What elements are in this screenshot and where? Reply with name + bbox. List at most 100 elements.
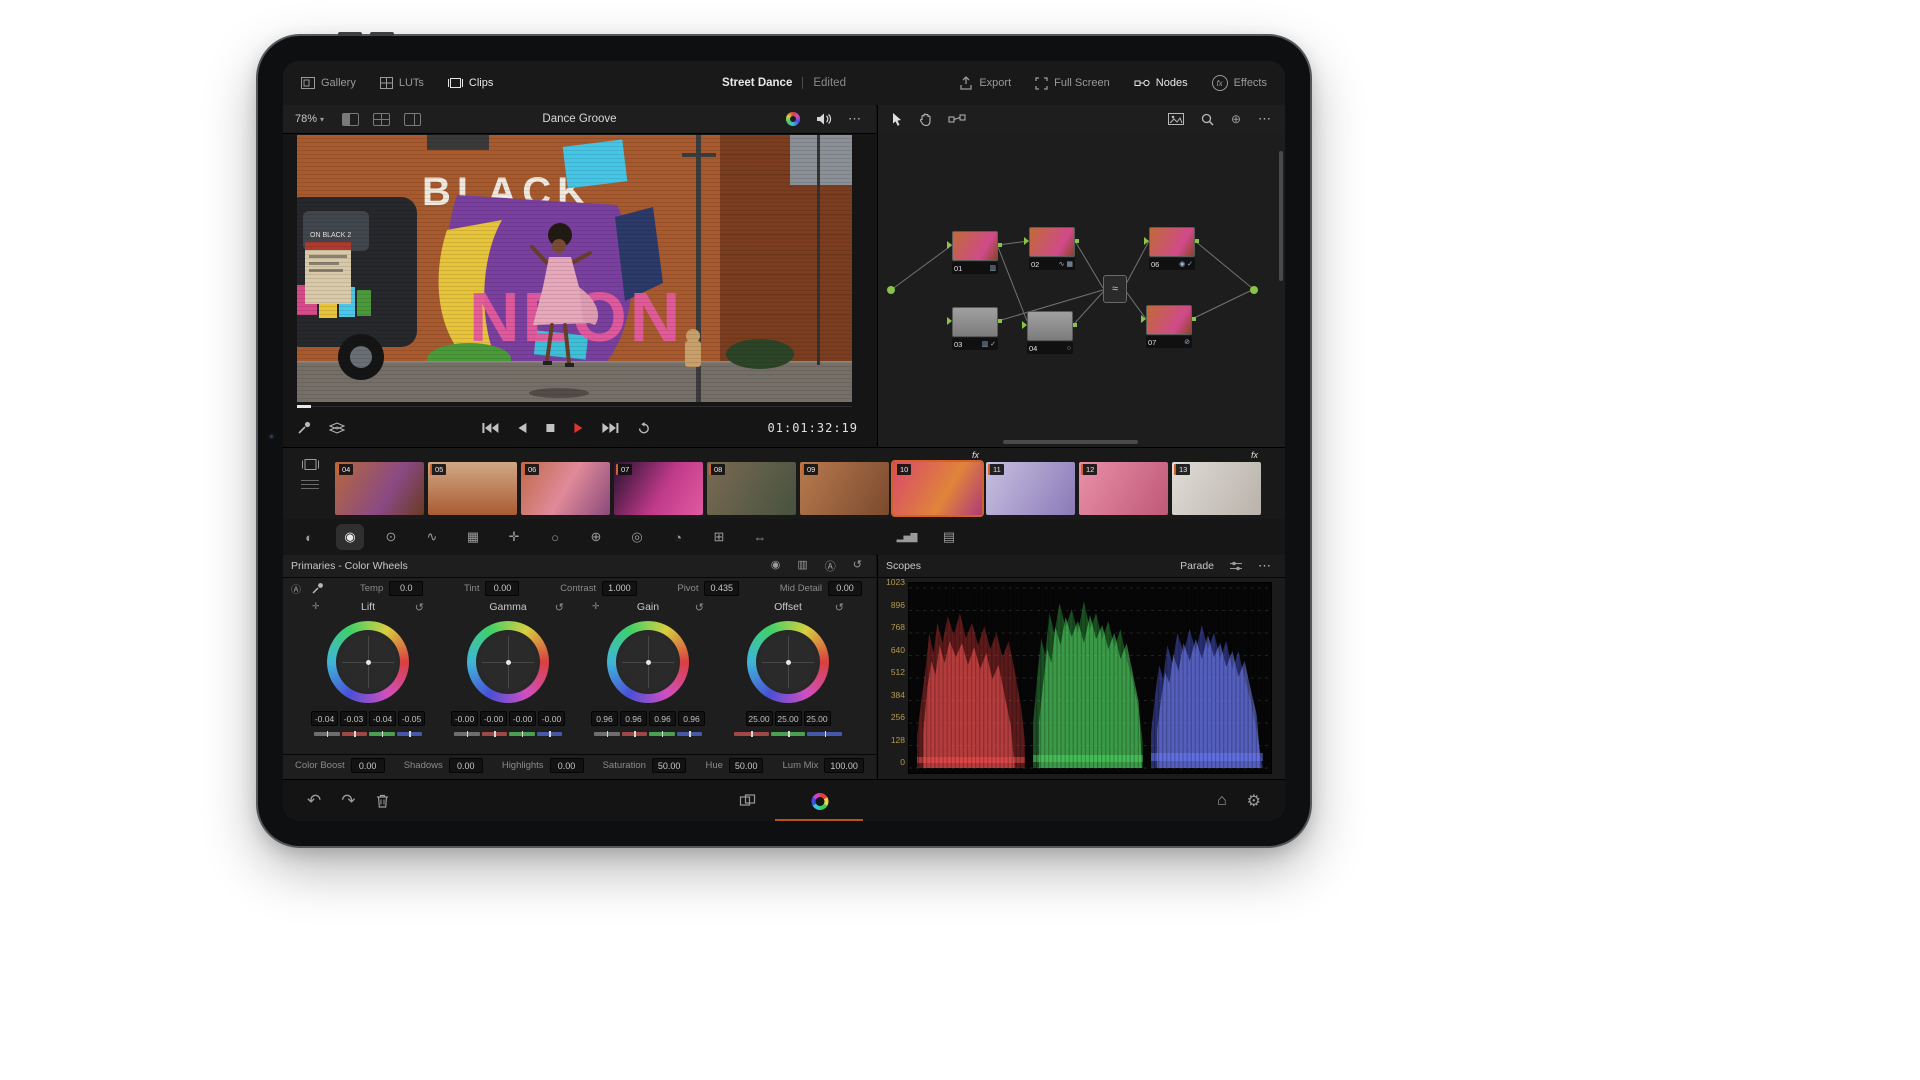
clip-thumbnail[interactable]: 12	[1079, 462, 1168, 515]
param-value[interactable]: 0.00	[550, 758, 584, 773]
viewer-more-icon[interactable]: ⋯	[848, 111, 862, 127]
clip-thumbnail[interactable]: 05	[428, 462, 517, 515]
tool-magic-mask[interactable]: ◎	[623, 524, 651, 550]
zoom-search-icon[interactable]	[1201, 113, 1214, 126]
picker-icon[interactable]	[311, 582, 324, 595]
stills-icon[interactable]	[1168, 113, 1184, 125]
param-value[interactable]: 50.00	[729, 758, 764, 773]
lift-value-r[interactable]: -0.03	[340, 711, 367, 726]
lift-rgb-sliders[interactable]	[314, 732, 422, 736]
offset-color-wheel[interactable]	[747, 621, 829, 703]
param-value[interactable]: 0.00	[828, 581, 862, 596]
gamma-value-b[interactable]: -0.00	[538, 711, 565, 726]
clip-thumbnail[interactable]: 06	[521, 462, 610, 515]
param-temp[interactable]: Temp0.0	[360, 581, 423, 596]
settings-gear-button[interactable]: ⚙	[1247, 791, 1261, 811]
offset-value-b[interactable]: 25.00	[804, 711, 831, 726]
clip-thumbnail[interactable]: 10	[893, 462, 982, 515]
lift-value-g[interactable]: -0.04	[369, 711, 396, 726]
gain-value-b[interactable]: 0.96	[678, 711, 705, 726]
clip-slot-12[interactable]: 12	[1079, 452, 1168, 518]
offset-value-g[interactable]: 25.00	[775, 711, 802, 726]
tool-scopes[interactable]: ▂▅▇	[893, 524, 921, 550]
cursor-icon[interactable]	[891, 112, 903, 126]
clip-slot-05[interactable]: 05	[428, 452, 517, 518]
redo-button[interactable]: ↷	[341, 791, 355, 811]
gamma-value-y[interactable]: -0.00	[451, 711, 478, 726]
node-06[interactable]: 06◉ ✓	[1149, 227, 1195, 270]
clip-thumbnail[interactable]: 07	[614, 462, 703, 515]
tool-sizing[interactable]: ⇔	[746, 524, 774, 550]
viewer-video[interactable]: BLACK NEON	[297, 135, 852, 402]
gamma-reset-icon[interactable]: ↺	[555, 601, 564, 614]
node-mixer[interactable]: ≈	[1103, 275, 1127, 303]
node-horizontal-scrollbar[interactable]	[1003, 440, 1138, 444]
clip-thumbnail[interactable]: 09	[800, 462, 889, 515]
add-node-icon[interactable]	[948, 113, 966, 125]
gamma-value-g[interactable]: -0.00	[509, 711, 536, 726]
tool-blur[interactable]: ◔	[664, 524, 692, 550]
tool-log-wheels[interactable]: ⊙	[377, 524, 405, 550]
scope-settings-icon[interactable]	[1229, 560, 1243, 572]
single-view-icon[interactable]	[342, 113, 359, 126]
full-screen-button[interactable]: Full Screen	[1035, 77, 1110, 90]
effects-button[interactable]: fx Effects	[1212, 75, 1267, 91]
panel-bypass-icon[interactable]: ◉	[771, 558, 781, 574]
offset-reset-icon[interactable]: ↺	[835, 601, 844, 614]
skip-start-button[interactable]	[481, 422, 499, 434]
clip-slot-09[interactable]: 09	[800, 452, 889, 518]
gain-rgb-sliders[interactable]	[594, 732, 702, 736]
clip-slot-10-selected[interactable]: fx 10	[893, 452, 982, 518]
luts-button[interactable]: LUTs	[380, 77, 424, 89]
zoom-level-dropdown[interactable]: 78% ▾	[283, 113, 324, 125]
param-value[interactable]: 0.00	[485, 581, 519, 596]
clip-slot-07[interactable]: 07	[614, 452, 703, 518]
clip-slot-08[interactable]: 08	[707, 452, 796, 518]
node-04[interactable]: 04○	[1027, 311, 1073, 354]
node-input-dot[interactable]	[887, 286, 895, 294]
lift-reset-icon[interactable]: ↺	[415, 601, 424, 614]
tool-tracker[interactable]: ⊕	[582, 524, 610, 550]
param-hue[interactable]: Hue50.00	[705, 758, 763, 773]
param-value[interactable]: 1.000	[602, 581, 637, 596]
tool-info[interactable]: ▤	[935, 524, 963, 550]
stop-button[interactable]	[545, 423, 555, 433]
scope-more-icon[interactable]: ⋯	[1258, 558, 1272, 574]
param-value[interactable]: 50.00	[652, 758, 687, 773]
offset-value-r[interactable]: 25.00	[746, 711, 773, 726]
clip-slot-13[interactable]: fx 13	[1172, 452, 1261, 518]
node-more-icon[interactable]: ⋯	[1258, 111, 1272, 127]
panel-auto-icon[interactable]: Ⓐ	[825, 558, 836, 574]
tool-power-window[interactable]: ○	[541, 524, 569, 550]
panel-split-icon[interactable]: ▥	[797, 558, 807, 574]
skip-end-button[interactable]	[601, 422, 619, 434]
node-03[interactable]: 03▥ ✓	[952, 307, 998, 350]
gallery-button[interactable]: Gallery	[301, 77, 356, 89]
layers-icon[interactable]	[329, 422, 345, 434]
trash-button[interactable]	[376, 794, 389, 808]
param-value[interactable]: 0.0	[389, 581, 423, 596]
param-saturation[interactable]: Saturation50.00	[603, 758, 687, 773]
param-pivot[interactable]: Pivot0.435	[677, 581, 739, 596]
param-mid-detail[interactable]: Mid Detail0.00	[780, 581, 862, 596]
split-view-icon[interactable]	[404, 113, 421, 126]
loop-button[interactable]	[636, 422, 651, 435]
hand-icon[interactable]	[919, 112, 932, 126]
node-canvas[interactable]: 01▥ 02∿ ▦ 03▥ ✓ 04○	[878, 133, 1285, 447]
play-reverse-button[interactable]	[516, 422, 528, 434]
target-icon[interactable]: ⊕	[1231, 112, 1241, 126]
auto-balance-icon[interactable]: Ⓐ	[291, 581, 301, 596]
clip-thumbnail[interactable]: 04	[335, 462, 424, 515]
param-contrast[interactable]: Contrast1.000	[560, 581, 636, 596]
viewer-timeline-track[interactable]	[297, 406, 852, 407]
clip-slot-06[interactable]: 06	[521, 452, 610, 518]
param-value[interactable]: 100.00	[824, 758, 864, 773]
param-shadows[interactable]: Shadows0.00	[404, 758, 483, 773]
clip-slot-11[interactable]: 11	[986, 452, 1075, 518]
node-output-dot[interactable]	[1250, 286, 1258, 294]
grid-view-icon[interactable]	[373, 113, 390, 126]
param-value[interactable]: 0.00	[351, 758, 385, 773]
lift-value-y[interactable]: -0.04	[311, 711, 338, 726]
gamma-value-r[interactable]: -0.00	[480, 711, 507, 726]
scope-mode-dropdown[interactable]: Parade	[1180, 560, 1214, 572]
